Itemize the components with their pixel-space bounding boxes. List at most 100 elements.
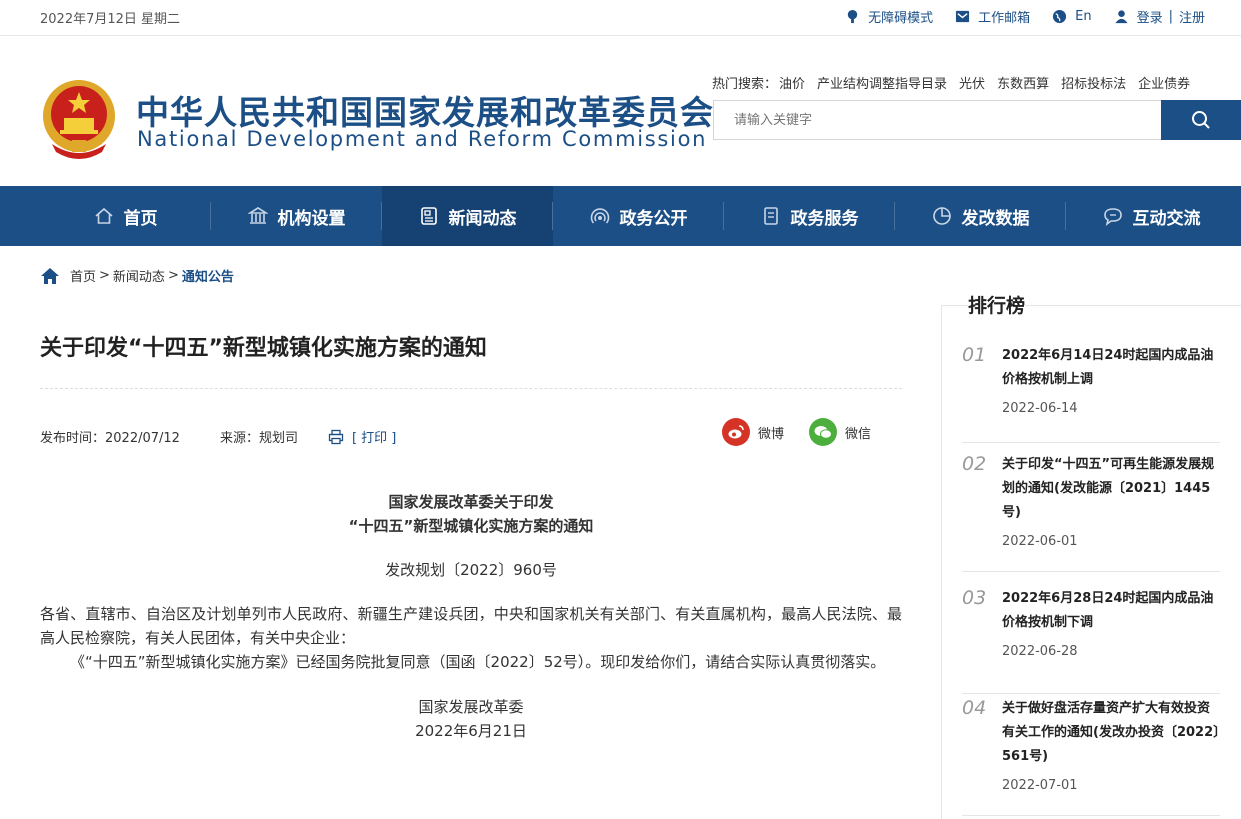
rank-title[interactable]: 关于做好盘活存量资产扩大有效投资有关工作的通知(发改办投资〔2022〕561号) — [1002, 697, 1220, 769]
hot-term[interactable]: 产业结构调整指导目录 — [817, 73, 947, 92]
current-date: 2022年7月12日 星期二 — [40, 12, 181, 27]
nav-label: 首页 — [123, 208, 158, 229]
nav-label: 政务公开 — [619, 208, 688, 229]
ranking-item[interactable]: 02 关于印发“十四五”可再生能源发展规划的通知(发改能源〔2021〕1445号… — [962, 453, 1220, 572]
print-label: [ 打印 ] — [351, 431, 397, 446]
nav-government-affairs[interactable]: 政务公开 — [553, 186, 724, 246]
share-bar: 微博 微信 — [722, 418, 871, 446]
print-button[interactable]: [ 打印 ] — [328, 427, 396, 446]
hot-term[interactable]: 东数西算 — [997, 73, 1049, 92]
site-title-en: National Development and Reform Commissi… — [137, 127, 708, 151]
rank-title[interactable]: 2022年6月14日24时起国内成品油价格按机制上调 — [1002, 344, 1220, 392]
nav-interaction[interactable]: 互动交流 — [1066, 186, 1237, 246]
ranking-panel: 排行榜 01 2022年6月14日24时起国内成品油价格按机制上调 2022-0… — [941, 291, 1241, 819]
rank-date: 2022-06-01 — [1002, 534, 1078, 549]
nav-label: 机构设置 — [277, 208, 346, 229]
publish-time: 发布时间：2022/07/12 — [40, 431, 180, 446]
user-icon — [1114, 10, 1128, 24]
english-link[interactable]: En — [1052, 7, 1092, 26]
rank-title[interactable]: 2022年6月28日24时起国内成品油价格按机制下调 — [1002, 587, 1220, 635]
ranking-title: 排行榜 — [968, 291, 1026, 318]
weibo-label[interactable]: 微博 — [758, 423, 784, 442]
rank-number: 02 — [962, 453, 987, 475]
article-body: 国家发展改革委关于印发 “十四五”新型城镇化实施方案的通知 发改规划〔2022〕… — [40, 490, 902, 743]
rank-number: 01 — [962, 344, 987, 366]
lang-label: En — [1075, 9, 1092, 24]
accessibility-icon — [847, 9, 858, 24]
nav-news[interactable]: 新闻动态 — [382, 186, 553, 246]
title-divider — [40, 388, 902, 389]
ranking-item[interactable]: 01 2022年6月14日24时起国内成品油价格按机制上调 2022-06-14 — [962, 344, 1220, 443]
search-icon — [1192, 111, 1210, 129]
breadcrumb-current[interactable]: 通知公告 — [182, 266, 234, 285]
ranking-item[interactable]: 03 2022年6月28日24时起国内成品油价格按机制下调 2022-06-28 — [962, 587, 1220, 694]
rank-date: 2022-06-14 — [1002, 401, 1078, 416]
login-separator: | — [1168, 9, 1173, 24]
search-input[interactable] — [714, 101, 1161, 139]
globe-icon — [1053, 9, 1067, 24]
hot-search-label: 热门搜索： — [712, 77, 778, 92]
national-emblem-icon[interactable] — [40, 78, 118, 160]
breadcrumb-separator: > — [167, 268, 179, 283]
hot-term[interactable]: 招标投标法 — [1061, 73, 1126, 92]
document-number: 发改规划〔2022〕960号 — [385, 561, 557, 579]
printer-icon — [328, 429, 344, 444]
document-heading-line2: “十四五”新型城镇化实施方案的通知 — [348, 517, 594, 535]
work-mail-link[interactable]: 工作邮箱 — [955, 7, 1030, 26]
rank-number: 04 — [962, 697, 987, 719]
mail-icon — [956, 10, 970, 23]
breadcrumb: 首页 > 新闻动态 > 通知公告 — [40, 266, 234, 285]
accessibility-link[interactable]: 无障碍模式 — [845, 7, 933, 26]
top-bar: 2022年7月12日 星期二 无障碍模式 工作邮箱 En 登录 | 注册 — [0, 0, 1241, 36]
wechat-label[interactable]: 微信 — [845, 423, 871, 442]
nav-home[interactable]: 首页 — [40, 186, 211, 246]
accessibility-label: 无障碍模式 — [868, 11, 934, 26]
building-icon — [247, 207, 268, 224]
nav-label: 发改数据 — [961, 208, 1030, 229]
wechat-share-button[interactable] — [809, 418, 838, 446]
mail-label: 工作邮箱 — [978, 11, 1031, 26]
signature-org: 国家发展改革委 — [418, 698, 524, 716]
wechat-icon — [814, 426, 833, 439]
hot-term[interactable]: 企业债券 — [1138, 73, 1190, 92]
signature-date: 2022年6月21日 — [415, 722, 527, 740]
top-links: 无障碍模式 工作邮箱 En 登录 | 注册 — [823, 7, 1241, 26]
rank-number: 03 — [962, 587, 987, 609]
rank-date: 2022-07-01 — [1002, 778, 1078, 793]
document-heading-line1: 国家发展改革委关于印发 — [388, 493, 554, 511]
nav-data[interactable]: 发改数据 — [895, 186, 1066, 246]
site-header: 中华人民共和国国家发展和改革委员会 National Development a… — [0, 36, 1241, 186]
register-link[interactable]: 注册 — [1179, 7, 1205, 26]
rank-date: 2022-06-28 — [1002, 644, 1078, 659]
recipients-paragraph: 各省、直辖市、自治区及计划单列市人民政府、新疆生产建设兵团，中央和国家机关有关部… — [40, 605, 902, 647]
body-paragraph: 《“十四五”新型城镇化实施方案》已经国务院批复同意（国函〔2022〕52号）。现… — [70, 653, 886, 671]
breadcrumb-news[interactable]: 新闻动态 — [113, 266, 165, 285]
nav-label: 新闻动态 — [448, 208, 517, 229]
weibo-icon — [728, 425, 744, 439]
search-button[interactable] — [1161, 100, 1241, 140]
login-link[interactable]: 登录 — [1137, 7, 1163, 26]
weibo-share-button[interactable] — [722, 418, 750, 446]
rank-title[interactable]: 关于印发“十四五”可再生能源发展规划的通知(发改能源〔2021〕1445号) — [1002, 453, 1220, 525]
home-icon — [94, 207, 113, 224]
home-icon[interactable] — [40, 267, 60, 285]
hot-search: 热门搜索： 油价 产业结构调整指导目录 光伏 东数西算 招标投标法 企业债券 — [712, 73, 1202, 92]
hot-term[interactable]: 油价 — [779, 73, 805, 92]
document-icon — [763, 207, 778, 225]
ranking-item[interactable]: 04 关于做好盘活存量资产扩大有效投资有关工作的通知(发改办投资〔2022〕56… — [962, 697, 1220, 816]
article-source: 来源：规划司 — [219, 431, 298, 446]
article-title: 关于印发“十四五”新型城镇化实施方案的通知 — [40, 336, 487, 361]
main-nav: 首页 机构设置 新闻动态 政务公开 政务服务 发改数据 互动交流 — [0, 186, 1241, 246]
broadcast-icon — [590, 208, 609, 224]
account-links: 登录 | 注册 — [1114, 7, 1205, 26]
hot-term[interactable]: 光伏 — [959, 73, 985, 92]
article-meta: 发布时间：2022/07/12 来源：规划司 [ 打印 ] — [40, 427, 396, 446]
nav-services[interactable]: 政务服务 — [724, 186, 895, 246]
chat-icon — [1103, 208, 1122, 226]
nav-organization[interactable]: 机构设置 — [211, 186, 382, 246]
pie-chart-icon — [932, 207, 951, 225]
breadcrumb-home[interactable]: 首页 — [70, 266, 96, 285]
nav-label: 政务服务 — [790, 208, 859, 229]
nav-label: 互动交流 — [1132, 208, 1201, 229]
breadcrumb-separator: > — [99, 268, 110, 283]
